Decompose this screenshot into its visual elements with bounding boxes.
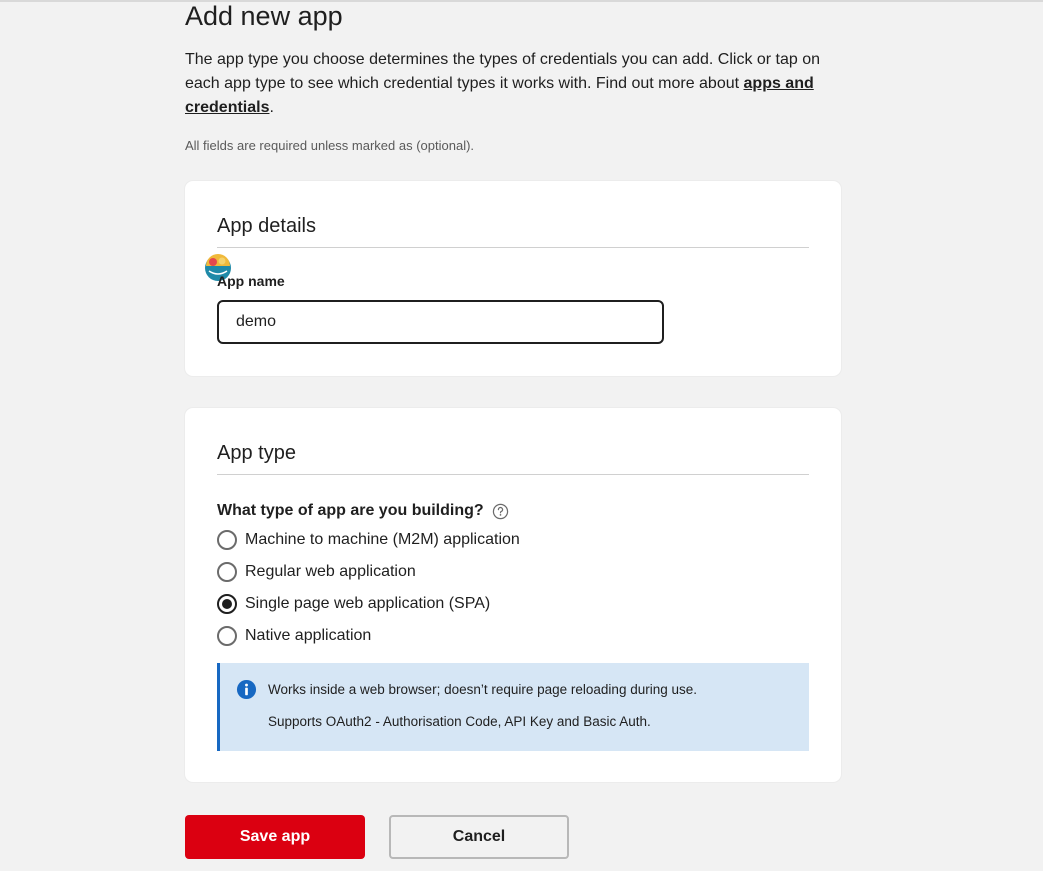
required-fields-note: All fields are required unless marked as… [185, 138, 475, 153]
app-type-divider [217, 474, 809, 475]
app-name-label: App name [217, 273, 285, 289]
radio-button[interactable] [217, 530, 237, 550]
page-title: Add new app [185, 1, 343, 31]
radio-option-label: Single page web application (SPA) [245, 595, 491, 612]
info-icon [236, 679, 257, 700]
top-divider [0, 0, 1043, 2]
app-details-card: App details App name [185, 181, 841, 376]
radio-button-selected[interactable] [217, 594, 237, 614]
app-type-card: App type What type of app are you buildi… [185, 408, 841, 782]
radio-option-regular-web[interactable]: Regular web application [217, 560, 416, 584]
info-supported-auth: Supports OAuth2 - Authorisation Code, AP… [268, 714, 651, 729]
radio-option-native[interactable]: Native application [217, 624, 371, 648]
app-type-question: What type of app are you building? [217, 501, 509, 521]
radio-option-label: Regular web application [245, 563, 416, 580]
app-details-heading: App details [217, 215, 316, 237]
question-circle-icon[interactable] [492, 503, 509, 520]
radio-option-label: Machine to machine (M2M) application [245, 531, 520, 548]
app-type-heading: App type [217, 442, 296, 464]
app-name-input[interactable] [217, 300, 664, 344]
app-type-info-panel: Works inside a web browser; doesn’t requ… [217, 663, 809, 751]
radio-button[interactable] [217, 562, 237, 582]
save-app-button[interactable]: Save app [185, 815, 365, 859]
radio-option-spa[interactable]: Single page web application (SPA) [217, 592, 490, 616]
intro-body: The app type you choose determines the t… [185, 51, 821, 92]
radio-option-m2m[interactable]: Machine to machine (M2M) application [217, 528, 520, 552]
cancel-button[interactable]: Cancel [389, 815, 569, 859]
info-description: Works inside a web browser; doesn’t requ… [268, 682, 697, 697]
radio-button[interactable] [217, 626, 237, 646]
app-type-question-text: What type of app are you building? [217, 502, 484, 519]
intro-end: . [269, 99, 274, 116]
radio-option-label: Native application [245, 627, 372, 644]
app-details-divider [217, 247, 809, 248]
intro-text: The app type you choose determines the t… [185, 48, 841, 120]
